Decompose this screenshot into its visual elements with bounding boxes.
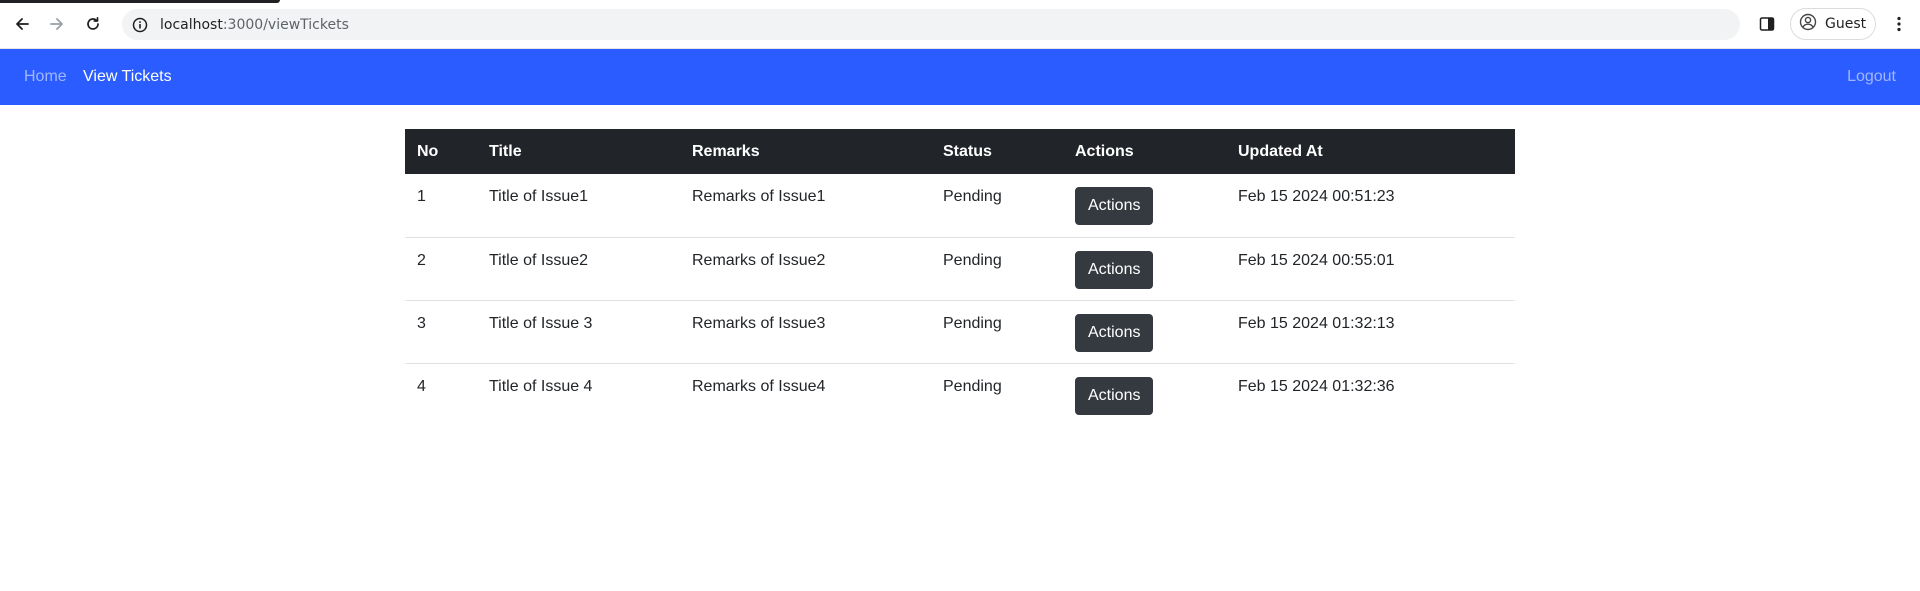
cell-updated-at: Feb 15 2024 00:55:01 (1226, 237, 1515, 301)
nav-view-tickets-link[interactable]: View Tickets (83, 68, 172, 86)
browser-toolbar: localhost:3000/viewTickets Guest (0, 0, 1920, 49)
actions-button[interactable]: Actions (1075, 250, 1154, 289)
cell-no: 4 (417, 377, 426, 395)
actions-button[interactable]: Actions (1075, 313, 1154, 352)
tickets-table-container: No Title Remarks Status Actions Updated … (405, 129, 1515, 426)
header-actions: Actions (1063, 129, 1226, 174)
cell-no: 2 (405, 237, 477, 301)
forward-arrow-icon[interactable] (45, 12, 69, 36)
tickets-table: No Title Remarks Status Actions Updated … (405, 129, 1515, 426)
header-title: Title (477, 129, 680, 174)
table-body: 1 Title of Issue1 Remarks of Issue1 Pend… (405, 174, 1515, 426)
table-row: 2 Title of Issue2 Remarks of Issue2 Pend… (405, 237, 1515, 301)
url-path: :3000/viewTickets (222, 16, 349, 33)
cell-actions: Actions (1063, 363, 1226, 426)
header-status: Status (931, 129, 1063, 174)
header-updated-at: Updated At (1226, 129, 1515, 174)
profile-button[interactable]: Guest (1790, 8, 1876, 40)
cell-actions: Actions (1063, 237, 1226, 301)
nav-home-link[interactable]: Home (24, 68, 67, 86)
app-navbar: Home View Tickets Logout (0, 49, 1920, 105)
table-row: 3 Title of Issue 3 Remarks of Issue3 Pen… (405, 300, 1515, 364)
cell-status: Pending (943, 377, 1002, 395)
header-no: No (405, 129, 477, 174)
info-icon[interactable] (130, 15, 150, 35)
side-panel-icon[interactable] (1756, 13, 1778, 35)
cell-updated-at: Feb 15 2024 01:32:13 (1226, 300, 1515, 364)
cell-status: Pending (931, 174, 1063, 238)
profile-label: Guest (1825, 16, 1867, 32)
cell-updated-at: Feb 15 2024 01:32:36 (1238, 377, 1395, 395)
cell-no: 3 (405, 300, 477, 364)
cell-status: Pending (931, 237, 1063, 301)
url-host: localhost (160, 16, 223, 33)
header-remarks: Remarks (680, 129, 931, 174)
cell-actions: Actions (1063, 300, 1226, 364)
active-tab-edge (0, 0, 280, 3)
actions-button[interactable]: Actions (1075, 187, 1154, 225)
cell-actions: Actions (1063, 174, 1226, 238)
nav-logout-link[interactable]: Logout (1847, 68, 1896, 86)
cell-title: Title of Issue1 (477, 174, 680, 238)
table-row: 1 Title of Issue1 Remarks of Issue1 Pend… (405, 174, 1515, 238)
url-text: localhost:3000/viewTickets (160, 17, 349, 33)
cell-title: Title of Issue 4 (489, 377, 593, 395)
cell-remarks: Remarks of Issue4 (692, 377, 826, 395)
table-header: No Title Remarks Status Actions Updated … (405, 129, 1515, 174)
cell-no: 1 (405, 174, 477, 238)
actions-button[interactable]: Actions (1075, 376, 1154, 415)
cell-status: Pending (931, 300, 1063, 364)
cell-updated-at: Feb 15 2024 00:51:23 (1226, 174, 1515, 238)
kebab-menu-icon[interactable] (1888, 13, 1910, 35)
profile-icon (1799, 13, 1817, 36)
cell-remarks: Remarks of Issue3 (680, 300, 931, 364)
cell-title: Title of Issue2 (477, 237, 680, 301)
reload-icon[interactable] (81, 12, 105, 36)
cell-title: Title of Issue 3 (477, 300, 680, 364)
table-row: 4 Title of Issue 4 Remarks of Issue4 Pen… (405, 363, 1515, 426)
cell-remarks: Remarks of Issue1 (680, 174, 931, 238)
back-arrow-icon[interactable] (10, 12, 34, 36)
cell-remarks: Remarks of Issue2 (680, 237, 931, 301)
header-row: No Title Remarks Status Actions Updated … (405, 129, 1515, 174)
address-bar[interactable]: localhost:3000/viewTickets (122, 9, 1740, 40)
